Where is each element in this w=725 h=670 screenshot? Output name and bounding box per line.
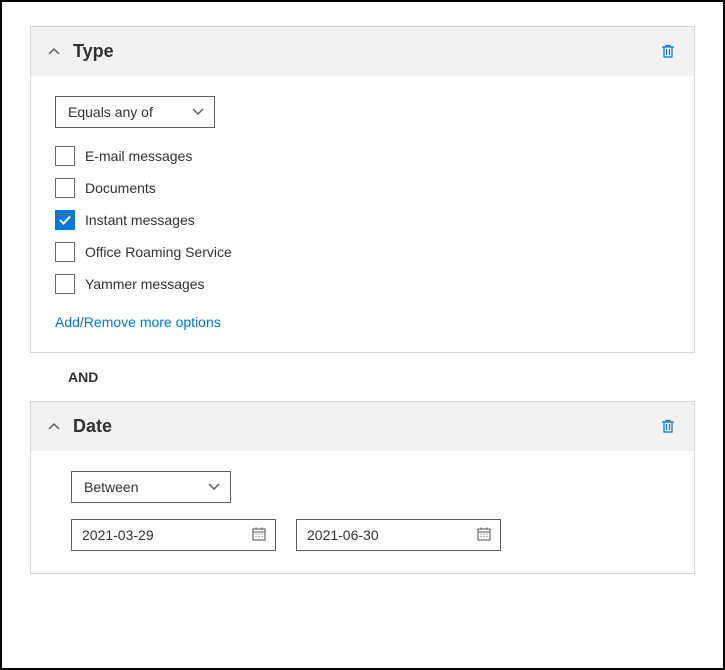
chevron-up-icon <box>47 45 61 59</box>
type-option[interactable]: Documents <box>55 178 670 198</box>
type-option-label: Yammer messages <box>85 276 205 292</box>
calendar-icon <box>476 526 492 545</box>
type-option[interactable]: Yammer messages <box>55 274 670 294</box>
type-option[interactable]: Instant messages <box>55 210 670 230</box>
date-panel-body: Between 2021-03-29 2021-06-30 <box>31 451 694 573</box>
chevron-down-icon <box>208 479 220 495</box>
type-options-list: E-mail messages Documents Instant messag… <box>55 146 670 294</box>
type-panel-title: Type <box>73 41 660 62</box>
delete-icon[interactable] <box>660 418 678 436</box>
type-option-label: Documents <box>85 180 156 196</box>
checkbox-icon <box>55 146 75 166</box>
checkbox-icon <box>55 274 75 294</box>
date-to-input[interactable]: 2021-06-30 <box>296 519 501 551</box>
filter-builder: Type Equals any of E-mail messages <box>0 0 725 670</box>
date-from-input[interactable]: 2021-03-29 <box>71 519 276 551</box>
calendar-icon <box>251 526 267 545</box>
delete-icon[interactable] <box>660 43 678 61</box>
chevron-up-icon <box>47 420 61 434</box>
conjunction-label: AND <box>30 353 695 401</box>
type-panel-header[interactable]: Type <box>31 27 694 76</box>
type-option[interactable]: Office Roaming Service <box>55 242 670 262</box>
date-from-value: 2021-03-29 <box>82 527 154 543</box>
type-operator-label: Equals any of <box>68 104 153 120</box>
date-operator-dropdown[interactable]: Between <box>71 471 231 503</box>
type-option[interactable]: E-mail messages <box>55 146 670 166</box>
type-operator-dropdown[interactable]: Equals any of <box>55 96 215 128</box>
checkbox-icon <box>55 242 75 262</box>
date-to-value: 2021-06-30 <box>307 527 379 543</box>
checkbox-icon <box>55 210 75 230</box>
checkbox-icon <box>55 178 75 198</box>
type-option-label: E-mail messages <box>85 148 192 164</box>
date-panel: Date Between 2021-03-29 <box>30 401 695 574</box>
type-option-label: Instant messages <box>85 212 195 228</box>
chevron-down-icon <box>192 104 204 120</box>
date-panel-title: Date <box>73 416 660 437</box>
add-remove-options-link[interactable]: Add/Remove more options <box>55 314 221 330</box>
date-panel-header[interactable]: Date <box>31 402 694 451</box>
type-panel-body: Equals any of E-mail messages Documents <box>31 76 694 352</box>
type-panel: Type Equals any of E-mail messages <box>30 26 695 353</box>
type-option-label: Office Roaming Service <box>85 244 232 260</box>
date-range-row: 2021-03-29 2021-06-30 <box>71 519 670 551</box>
date-operator-label: Between <box>84 479 138 495</box>
